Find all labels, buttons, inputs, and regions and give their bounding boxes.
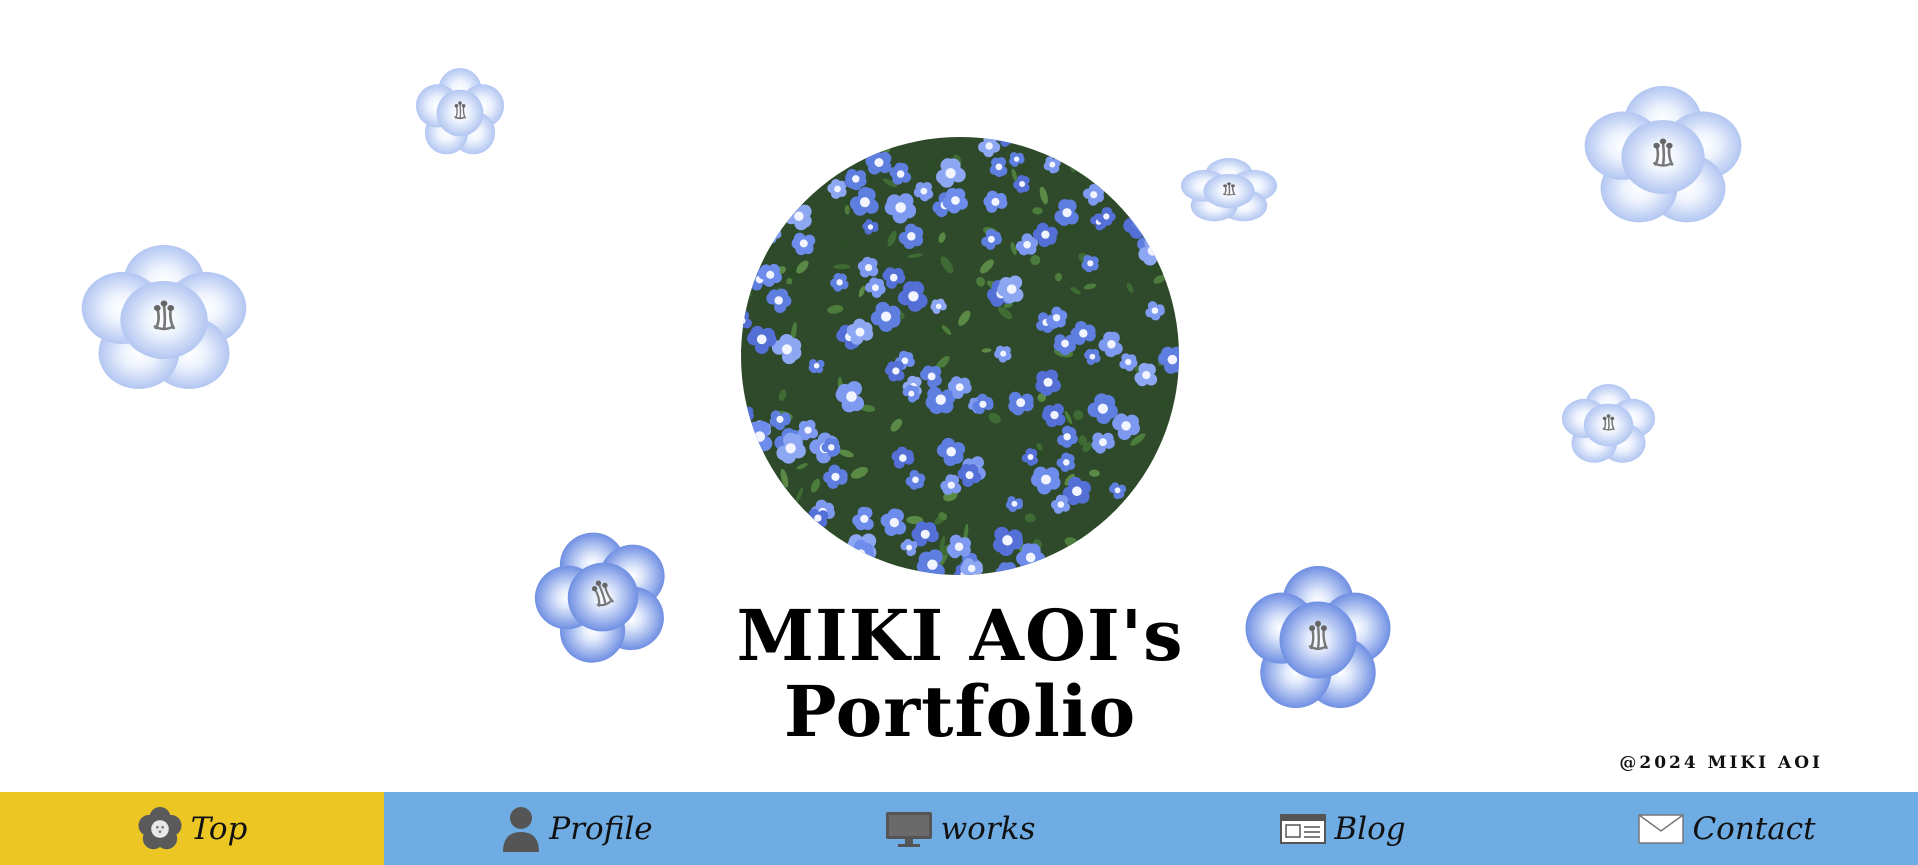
nav-label: Contact: [1692, 810, 1816, 847]
title-line-2: Portfolio: [783, 670, 1137, 753]
flower-decoration-icon: [1180, 158, 1278, 222]
flower-decoration-icon: [1584, 86, 1742, 223]
nav-label: Blog: [1334, 810, 1406, 847]
envelope-icon: [1638, 813, 1685, 844]
nav-item-contact[interactable]: Contact: [1536, 792, 1918, 865]
person-icon: [501, 806, 541, 852]
flower-decoration-icon: [81, 245, 247, 389]
monitor-icon: [885, 811, 933, 847]
hero-photo: [741, 137, 1179, 575]
bottom-nav: Top Profile works Blog Contact: [0, 792, 1918, 865]
nav-label: works: [940, 810, 1036, 847]
copyright-text: @2024 MIKI AOI: [1619, 753, 1823, 773]
flower-icon: [137, 806, 183, 851]
flower-decoration-icon: [415, 68, 505, 155]
nav-label: Top: [190, 810, 248, 847]
flower-field-image: [741, 137, 1179, 575]
nav-item-top[interactable]: Top: [0, 792, 384, 865]
flower-decoration-icon: [1561, 384, 1656, 463]
nav-item-blog[interactable]: Blog: [1150, 792, 1536, 865]
page-title: MIKI AOI's Portfolio: [640, 598, 1280, 750]
nav-label: Profile: [549, 810, 653, 847]
title-line-1: MIKI AOI's: [736, 594, 1184, 677]
nav-item-profile[interactable]: Profile: [384, 792, 770, 865]
nav-item-works[interactable]: works: [770, 792, 1150, 865]
newspaper-icon: [1280, 813, 1327, 844]
